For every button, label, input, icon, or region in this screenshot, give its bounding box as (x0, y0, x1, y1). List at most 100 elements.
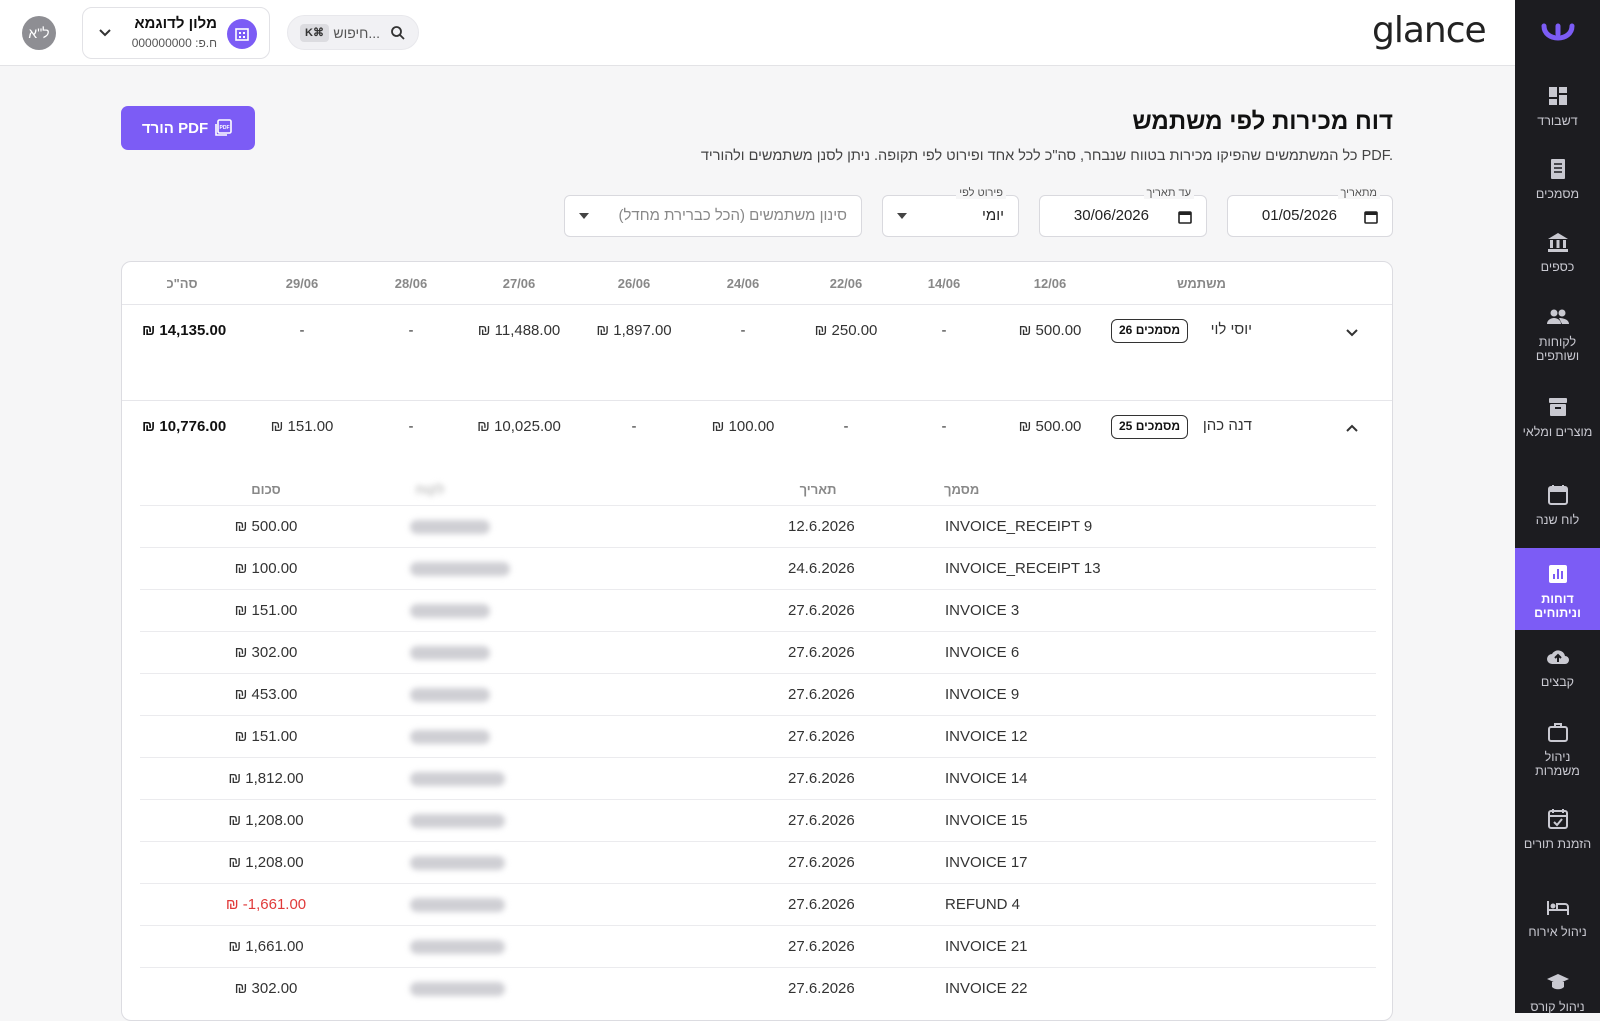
chevron-down-icon[interactable] (1344, 324, 1360, 340)
col-header: 24/06 (726, 276, 760, 291)
detail-amount: ₪ 151.00 (234, 602, 298, 619)
detail-amount: ₪ -1,661.00 (225, 896, 307, 913)
detail-document[interactable]: INVOICE 22 (945, 980, 1028, 997)
svg-text:PDF: PDF (220, 125, 230, 131)
col-header: 26/06 (617, 276, 651, 291)
table-row[interactable]: דנה כהן 25 מסמכים ₪ 500.00 - - ₪ 100.00 - ₪ 10,… (122, 400, 1392, 454)
detail-amount: ₪ 302.00 (234, 644, 298, 661)
detail-document[interactable]: INVOICE 12 (945, 728, 1028, 745)
download-pdf-button[interactable]: הורד PDF PDF (121, 106, 255, 150)
detail-row[interactable]: INVOICE 6 27.6.2026 ₪ 302.00 (140, 631, 1376, 673)
users-filter-select[interactable]: סינון משתמשים (הכל כברירת מחדל) (564, 195, 862, 237)
row-value: - (941, 418, 947, 435)
detail-date: 27.6.2026 (788, 896, 855, 913)
col-header: 12/06 (1033, 276, 1067, 291)
user-name: יוסי לוי (1210, 321, 1252, 338)
breakdown-select[interactable]: פירוט לפי יומי (882, 187, 1019, 237)
detail-row[interactable]: INVOICE 9 27.6.2026 ₪ 453.00 (140, 673, 1376, 715)
detail-date: 27.6.2026 (788, 854, 855, 871)
detail-col-header: סכום (251, 482, 281, 497)
organization-switcher[interactable]: מלון לדוגמא ח.פ: 000000000 (82, 7, 270, 59)
row-value: ₪ 10,025.00 (477, 418, 561, 435)
table-row[interactable]: יוסי לוי 26 מסמכים ₪ 500.00 - ₪ 250.00 - ₪ 1,8… (122, 304, 1392, 358)
glance-logo[interactable]: glance (1372, 10, 1487, 51)
sidebar-item-receipt[interactable]: מסמכים (1515, 157, 1600, 201)
detail-row[interactable]: INVOICE 21 27.6.2026 ₪ 1,661.00 (140, 925, 1376, 967)
detail-amount: ₪ 1,661.00 (228, 938, 304, 955)
detail-document[interactable]: INVOICE_RECEIPT 9 (945, 518, 1092, 535)
calendar-icon[interactable] (1364, 210, 1378, 224)
to-date-field[interactable]: עד תאריך 30/06/2026 (1039, 187, 1207, 237)
documents-count-badge[interactable]: 25 מסמכים (1111, 415, 1189, 439)
row-value: ₪ 500.00 (1018, 322, 1082, 339)
sidebar-item-label: ניהול משמרות (1535, 750, 1580, 778)
detail-date: 24.6.2026 (788, 560, 855, 577)
sidebar-item-calendar[interactable]: לוח שנה (1515, 483, 1600, 527)
detail-row[interactable]: INVOICE 17 27.6.2026 ₪ 1,208.00 (140, 841, 1376, 883)
search-icon (391, 26, 405, 40)
chevron-up-icon[interactable] (1344, 420, 1360, 436)
calendar-icon[interactable] (1178, 210, 1192, 224)
top-bar: ל"א מלון לדוגמא ח.פ: 000000000 K⌘ חיפוש.… (0, 0, 1515, 66)
detail-customer-redacted (410, 814, 505, 828)
dropdown-arrow-icon (897, 213, 907, 219)
detail-row[interactable]: INVOICE 15 27.6.2026 ₪ 1,208.00 (140, 799, 1376, 841)
row-value: ₪ 11,488.00 (477, 322, 561, 339)
sidebar-item-archive[interactable]: מוצרים ומלאי (1515, 395, 1600, 439)
breakdown-value: יומי (982, 207, 1004, 224)
chevron-down-icon (99, 29, 111, 37)
user-avatar[interactable]: ל"א (22, 16, 56, 50)
detail-document[interactable]: INVOICE 6 (945, 644, 1019, 661)
sidebar-item-dashboard[interactable]: דשבורד (1515, 84, 1600, 128)
detail-date: 27.6.2026 (788, 728, 855, 745)
sidebar-item-label: הזמנת תורים (1523, 837, 1592, 851)
detail-customer-redacted (410, 982, 505, 996)
col-header: 14/06 (927, 276, 961, 291)
detail-document[interactable]: INVOICE 9 (945, 686, 1019, 703)
detail-row[interactable]: INVOICE 3 27.6.2026 ₪ 151.00 (140, 589, 1376, 631)
app-logo-icon[interactable] (1540, 22, 1576, 48)
detail-row[interactable]: INVOICE_RECEIPT 9 12.6.2026 ₪ 500.00 (140, 505, 1376, 547)
sidebar-item-bed[interactable]: ניהול אירוח (1515, 895, 1600, 939)
documents-count-badge[interactable]: 26 מסמכים (1111, 319, 1189, 343)
calendar-icon (1547, 485, 1568, 505)
detail-date: 27.6.2026 (788, 980, 855, 997)
detail-row[interactable]: INVOICE 22 27.6.2026 ₪ 302.00 (140, 967, 1376, 1009)
sidebar-item-calendar-check[interactable]: הזמנת תורים (1515, 807, 1600, 851)
detail-document[interactable]: REFUND 4 (945, 896, 1020, 913)
detail-document[interactable]: INVOICE_RECEIPT 13 (945, 560, 1101, 577)
sales-by-user-table: משתמש 12/06 14/06 22/06 24/06 26/06 27/06 28/06… (121, 261, 1393, 1021)
row-value: ₪ 250.00 (814, 322, 878, 339)
detail-row[interactable]: INVOICE 14 27.6.2026 ₪ 1,812.00 (140, 757, 1376, 799)
detail-date: 27.6.2026 (788, 770, 855, 787)
receipt-icon (1550, 159, 1565, 179)
row-value: ₪ 100.00 (711, 418, 775, 435)
sidebar-item-bank[interactable]: כספים (1515, 230, 1600, 274)
building-icon (227, 19, 257, 49)
breakdown-label: פירוט לפי (956, 187, 1006, 199)
detail-amount: ₪ 500.00 (234, 518, 298, 535)
sidebar-item-label: קבצים (1540, 675, 1575, 689)
detail-row[interactable]: REFUND 4 27.6.2026 ₪ -1,661.00 (140, 883, 1376, 925)
sidebar-item-chart[interactable]: דוחות וניתוחים (1515, 548, 1600, 630)
detail-row[interactable]: INVOICE 12 27.6.2026 ₪ 151.00 (140, 715, 1376, 757)
from-date-value: 01/05/2026 (1261, 207, 1337, 224)
detail-amount: ₪ 302.00 (234, 980, 298, 997)
sidebar-item-graduation[interactable]: ניהול קורס (1515, 970, 1600, 1014)
calendar-check-icon (1547, 809, 1568, 829)
sidebar-item-cloud-upload[interactable]: קבצים (1515, 645, 1600, 689)
detail-document[interactable]: INVOICE 17 (945, 854, 1028, 871)
detail-document[interactable]: INVOICE 3 (945, 602, 1019, 619)
detail-amount: ₪ 151.00 (234, 728, 298, 745)
sidebar-item-briefcase[interactable]: ניהול משמרות (1515, 720, 1600, 778)
search-bar[interactable]: K⌘ חיפוש... (287, 15, 419, 50)
from-date-field[interactable]: מתאריך 01/05/2026 (1227, 187, 1393, 237)
detail-customer-redacted (410, 688, 490, 702)
detail-customer-redacted (410, 772, 505, 786)
detail-document[interactable]: INVOICE 14 (945, 770, 1028, 787)
detail-row[interactable]: INVOICE_RECEIPT 13 24.6.2026 ₪ 100.00 (140, 547, 1376, 589)
detail-document[interactable]: INVOICE 15 (945, 812, 1028, 829)
page-subtitle: כל המשתמשים שהפיקו מכירות בטווח שנבחר, ס… (700, 148, 1393, 164)
detail-document[interactable]: INVOICE 21 (945, 938, 1028, 955)
sidebar-item-people[interactable]: לקוחות ושותפים (1515, 305, 1600, 363)
